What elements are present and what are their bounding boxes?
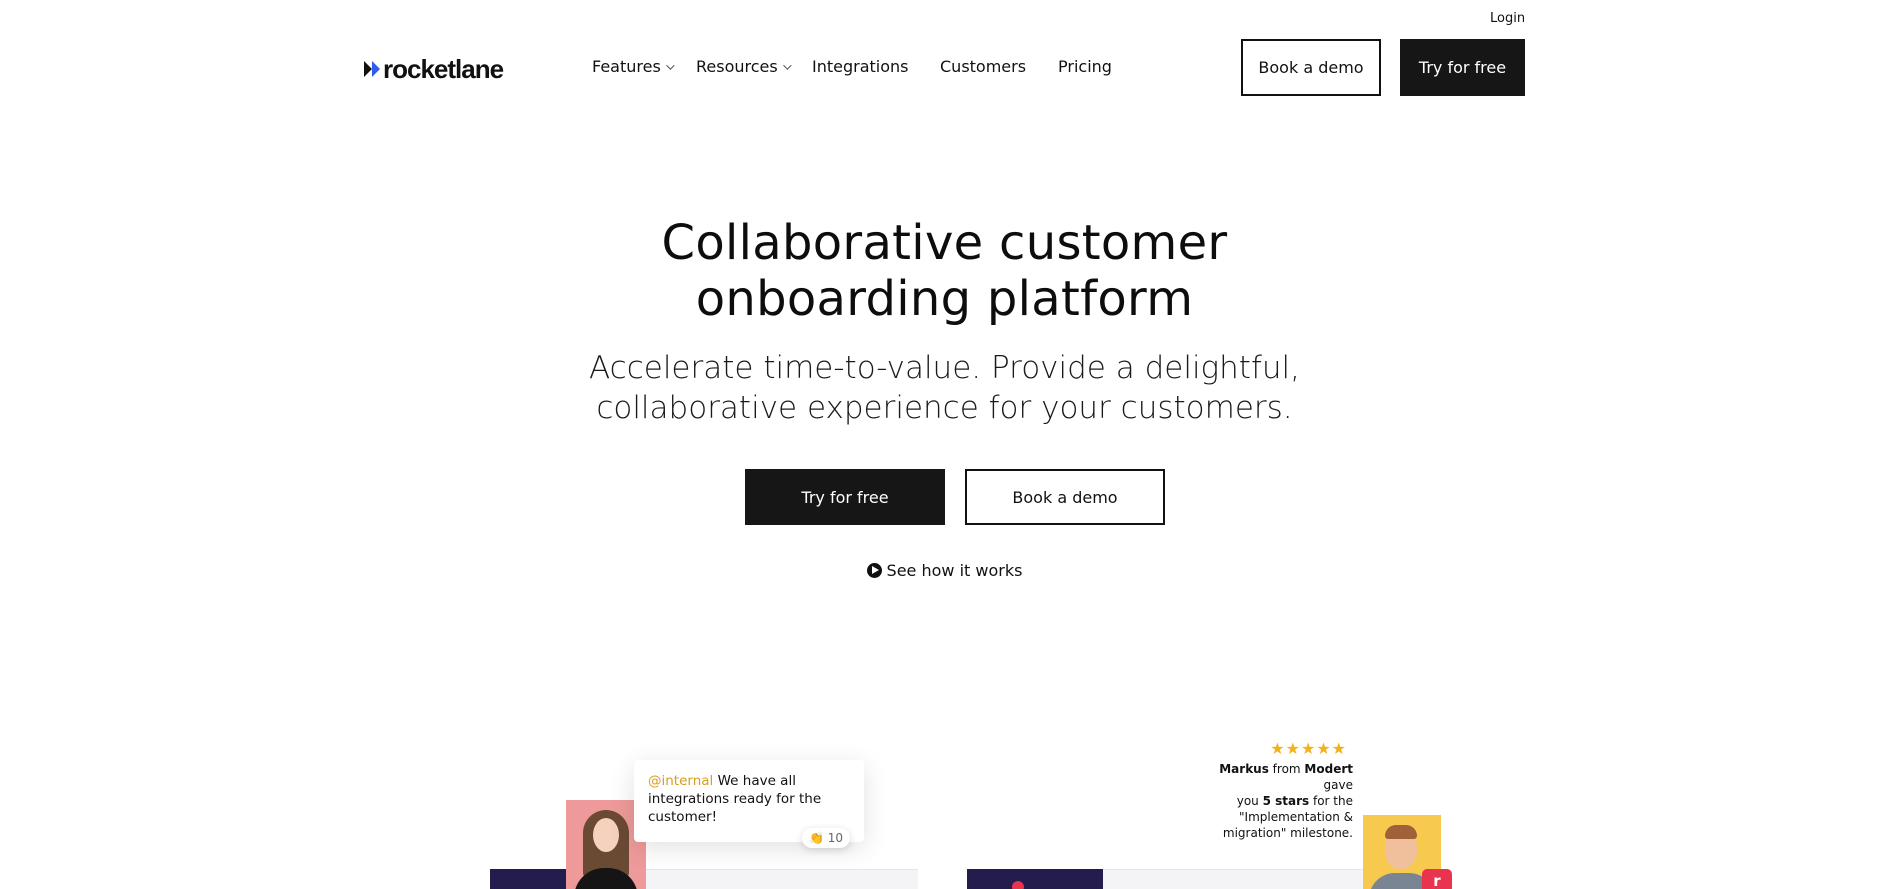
chat-text: customer! [648,809,717,825]
nav-item-label: Pricing [1058,57,1112,76]
milestone-line: migration" milestone. [1222,826,1353,840]
rating-card: ★★★★★ Markus from Modert gave you 5 star… [1200,740,1353,841]
nav-item-resources[interactable]: Resources [696,57,812,76]
header-try-free-button[interactable]: Try for free [1400,39,1525,96]
hero-subtitle-line: Accelerate time-to-value. Provide a deli… [589,350,1300,386]
rating-line: you 5 stars for the [1200,793,1353,809]
header-book-demo-button[interactable]: Book a demo [1241,39,1381,96]
rating-text: gave [1323,778,1353,792]
nav-item-label: Features [592,57,661,76]
hero-book-demo-button[interactable]: Book a demo [965,469,1165,525]
nav-item-customers[interactable]: Customers [940,57,1058,76]
logo-wordmark: rocketlane [383,53,504,84]
nav-item-label: Customers [940,57,1027,76]
chevron-down-icon [665,60,675,70]
main-nav: Features Resources Integrations Customer… [592,57,1112,76]
site-header: Login rocketlane Features Resources Inte… [0,0,1889,110]
hero-title-line: Collaborative customer [661,215,1228,271]
nav-item-features[interactable]: Features [592,57,696,76]
see-how-label: See how it works [886,561,1023,580]
star-count: 5 stars [1262,794,1310,808]
app-preview-sidebar [967,869,1103,889]
five-star-icon: ★★★★★ [1270,739,1347,758]
clap-reaction-badge: 👏 10 [801,828,850,848]
nav-item-pricing[interactable]: Pricing [1058,57,1112,76]
chat-text: We have all [713,773,796,789]
nav-item-label: Integrations [812,57,909,76]
login-link[interactable]: Login [1490,11,1525,26]
reviewer-name: Markus [1219,762,1269,776]
rating-line: Markus from Modert gave [1200,761,1353,793]
chat-message-card: @internal We have all integrations ready… [634,760,864,848]
hero-subtitle-line: collaborative experience for your custom… [596,390,1293,426]
play-circle-icon [866,563,882,578]
rocketlane-badge-icon: r [1422,869,1452,889]
rating-text: you [1236,794,1263,808]
rating-text: for the [1309,794,1353,808]
chevron-down-icon [782,60,792,70]
hero-title-line: onboarding platform [695,271,1194,327]
hero-subtitle: Accelerate time-to-value. Provide a deli… [0,348,1889,428]
milestone-line: "Implementation & [1239,810,1353,824]
rating-text: from [1268,762,1305,776]
mention-tag: @internal [648,773,714,789]
company-name: Modert [1304,762,1353,776]
nav-item-label: Resources [696,57,778,76]
nav-item-integrations[interactable]: Integrations [812,57,940,76]
hero-try-free-button[interactable]: Try for free [745,469,945,525]
logo-chevrons-icon [364,61,380,77]
notification-dot [1012,881,1024,889]
rocketlane-logo[interactable]: rocketlane [364,52,504,86]
chat-text: integrations ready for the [648,791,822,807]
see-how-it-works-link[interactable]: See how it works [0,561,1889,580]
hero-title: Collaborative customer onboarding platfo… [0,215,1889,327]
